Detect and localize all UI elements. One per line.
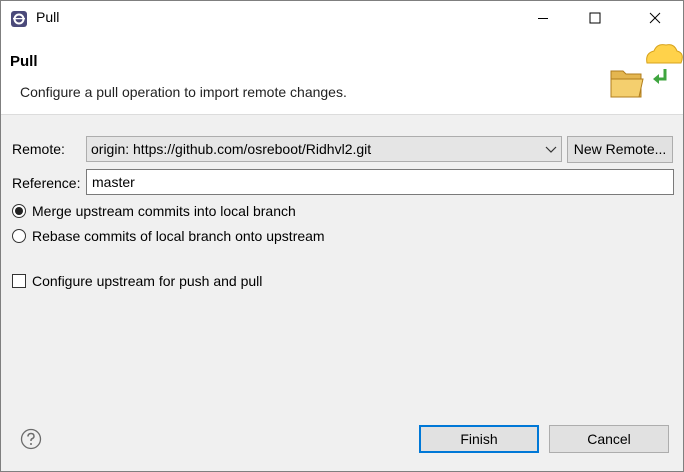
- title-bar: Pull: [1, 1, 683, 35]
- rebase-radio-label: Rebase commits of local branch onto upst…: [32, 228, 325, 244]
- header-banner: Pull Configure a pull operation to impor…: [1, 35, 683, 115]
- remote-select-value: origin: https://github.com/osreboot/Ridh…: [91, 141, 372, 157]
- new-remote-button[interactable]: New Remote...: [567, 136, 673, 163]
- chevron-down-icon: [545, 146, 557, 153]
- configure-upstream-option[interactable]: Configure upstream for push and pull: [12, 272, 262, 290]
- eclipse-icon: [11, 11, 27, 27]
- page-description: Configure a pull operation to import rem…: [20, 84, 347, 100]
- help-icon[interactable]: [20, 428, 42, 450]
- finish-button[interactable]: Finish: [419, 425, 539, 453]
- maximize-icon: [589, 12, 601, 24]
- minimize-button[interactable]: [520, 1, 566, 35]
- folder-cloud-pull-icon: [610, 44, 683, 98]
- page-title: Pull: [10, 53, 38, 70]
- rebase-radio[interactable]: [12, 229, 26, 243]
- window-title: Pull: [36, 9, 60, 25]
- close-icon: [649, 12, 661, 24]
- merge-radio-label: Merge upstream commits into local branch: [32, 203, 296, 219]
- pull-dialog: Pull Pull Configure a pull operation to …: [0, 0, 684, 472]
- remote-label: Remote:: [12, 141, 65, 157]
- configure-upstream-checkbox[interactable]: [12, 274, 26, 288]
- close-button[interactable]: [632, 1, 678, 35]
- cancel-button[interactable]: Cancel: [549, 425, 669, 453]
- merge-radio[interactable]: [12, 204, 26, 218]
- rebase-radio-option[interactable]: Rebase commits of local branch onto upst…: [12, 227, 325, 245]
- reference-input[interactable]: master: [86, 169, 674, 195]
- reference-label: Reference:: [12, 175, 81, 191]
- remote-select[interactable]: origin: https://github.com/osreboot/Ridh…: [86, 136, 562, 162]
- maximize-button[interactable]: [572, 1, 618, 35]
- merge-radio-option[interactable]: Merge upstream commits into local branch: [12, 202, 296, 220]
- minimize-icon: [538, 18, 548, 19]
- configure-upstream-label: Configure upstream for push and pull: [32, 273, 263, 289]
